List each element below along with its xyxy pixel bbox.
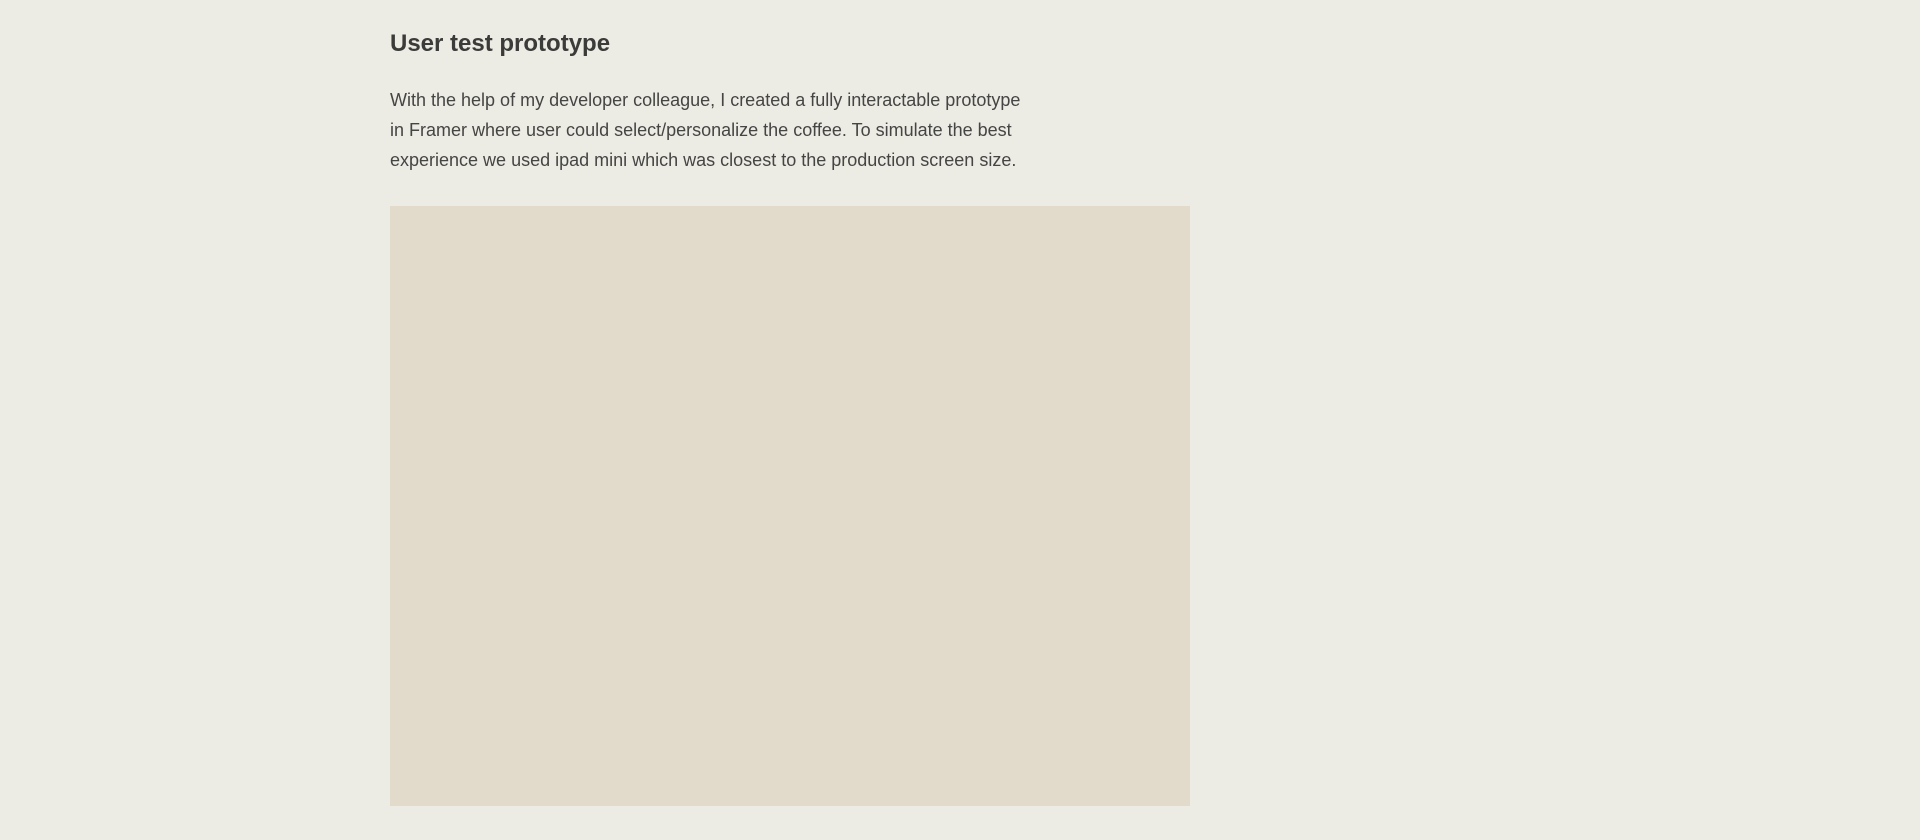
- paragraph-line: experience we used ipad mini which was c…: [390, 150, 1017, 170]
- section-heading: User test prototype: [390, 30, 611, 57]
- paragraph-line: With the help of my developer colleague,…: [390, 90, 1021, 110]
- section-paragraph: With the help of my developer colleague,…: [390, 85, 1050, 175]
- paragraph-line: in Framer where user could select/person…: [390, 120, 1012, 140]
- prototype-media-placeholder: [390, 206, 1190, 806]
